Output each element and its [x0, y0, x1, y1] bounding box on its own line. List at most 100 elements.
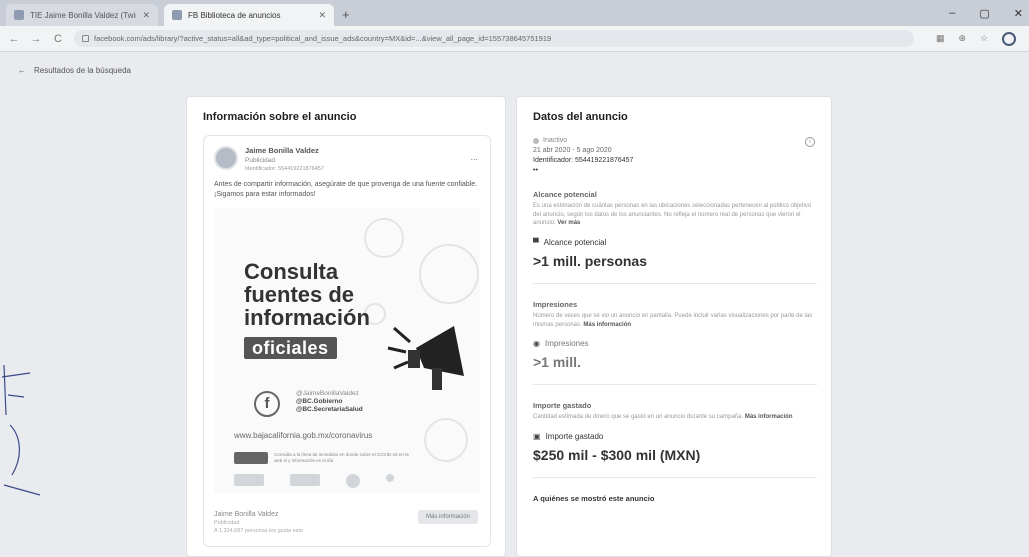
window-controls: – ▢ ✕: [949, 0, 1029, 26]
browser-tab-1[interactable]: TIE Jaime Bonilla Valdez (Twin)... ✕: [6, 4, 158, 26]
headline-line-3: información: [244, 304, 370, 330]
maximize-button[interactable]: ▢: [979, 7, 989, 20]
profile-avatar-icon[interactable]: [1002, 31, 1017, 46]
date-range: 21 abr 2020 - 5 ago 2020: [533, 147, 612, 154]
logo-icon: [386, 473, 394, 482]
ad-info-panel: Información sobre el anuncio Jaime Bonil…: [186, 96, 506, 557]
money-icon: ▣: [533, 432, 541, 442]
back-link-label: Resultados de la búsqueda: [34, 65, 131, 75]
back-button[interactable]: ←: [8, 33, 20, 45]
spend-label: ▣ Importe gastado: [533, 432, 604, 442]
tab-favicon-icon: [14, 10, 24, 20]
creative-notice: Consulta a la línea de inmediato en dond…: [234, 451, 414, 464]
extensions-icon[interactable]: ▦: [936, 33, 945, 44]
megaphone-icon: [387, 325, 464, 390]
creative-highlight-word: oficiales: [244, 336, 337, 359]
back-to-results-link[interactable]: ← Resultados de la búsqueda: [0, 53, 1029, 87]
tab-title: FB Biblioteca de anuncios: [188, 10, 281, 20]
divider: [533, 283, 817, 285]
ad-page-name[interactable]: Jaime Bonilla Valdez: [245, 146, 324, 155]
footer-sponsored: Publicidad: [214, 520, 240, 526]
impressions-heading: Impresiones: [533, 300, 578, 310]
ad-preview-card: Jaime Bonilla Valdez Publicidad Identifi…: [203, 135, 491, 547]
headline-line-2: fuentes de: [244, 281, 355, 307]
audience-section: A quiénes se mostró este anuncio: [533, 494, 815, 503]
address-bar-row: ← → C facebook.com/ads/library/?active_s…: [0, 26, 1029, 52]
notice-badge-icon: [234, 451, 268, 464]
ad-details-panel: Datos del anuncio Inactivo i 21 abr 2020…: [516, 96, 832, 557]
ad-sponsor-line: Identificador: 554419221876457: [245, 166, 324, 172]
ad-info-title: Información sobre el anuncio: [203, 111, 357, 123]
spend-value: $250 mil - $300 mil (MXN): [533, 447, 701, 464]
impressions-value: >1 mill.: [533, 354, 581, 371]
audience-icon: ▀: [533, 238, 539, 248]
ad-creative-image[interactable]: Consulta fuentes de información oficiale…: [214, 207, 480, 493]
close-window-button[interactable]: ✕: [1014, 7, 1023, 20]
creative-website: www.bajacalifornia.gob.mx/coronavirus: [234, 430, 373, 440]
spend-heading: Importe gastado: [533, 401, 592, 411]
footer-page-name[interactable]: Jaime Bonilla Valdez: [214, 511, 303, 518]
spend-more-info-link[interactable]: Más información: [745, 414, 793, 420]
close-tab-icon[interactable]: ✕: [318, 10, 326, 21]
impressions-section: Impresiones Número de veces que se vio u…: [533, 300, 815, 370]
government-logos: [234, 473, 394, 488]
see-more-link[interactable]: Ver más: [557, 220, 580, 226]
divider: [533, 384, 817, 386]
decorative-circle: [424, 417, 468, 462]
tab-title: TIE Jaime Bonilla Valdez (Twin)...: [30, 10, 136, 20]
potential-reach-description: Es una estimación de cuántas personas en…: [533, 203, 812, 227]
impressions-description: Número de veces que se vio un anuncio en…: [533, 313, 813, 328]
extra-mark: ••: [533, 167, 538, 174]
handle-2: @BC.Gobierno: [296, 397, 343, 405]
arrow-left-icon: ←: [18, 65, 26, 75]
logo-icon: [234, 473, 264, 486]
footer-likes: A 1,324,687 personas les gusta esto: [214, 528, 303, 534]
status-label: Inactivo: [543, 137, 568, 144]
potential-reach-heading: Alcance potencial: [533, 190, 597, 199]
zoom-icon[interactable]: ⊕: [959, 33, 967, 44]
reload-button[interactable]: C: [52, 33, 64, 45]
impressions-label: ◉ Impresiones: [533, 339, 589, 349]
new-tab-button[interactable]: +: [342, 4, 350, 26]
eye-icon: ◉: [533, 339, 540, 349]
ad-details-title: Datos del anuncio: [533, 111, 628, 123]
logo-icon: [290, 473, 320, 486]
decorative-circle: [364, 217, 404, 258]
info-icon[interactable]: i: [805, 137, 815, 147]
status-block: Inactivo i 21 abr 2020 - 5 ago 2020 Iden…: [533, 137, 815, 174]
decorative-circle: [419, 243, 479, 304]
handle-3: @BC.SecretariaSalud: [296, 405, 363, 413]
spend-description: Cantidad estimada de dinero que se gastó…: [533, 414, 793, 421]
ad-sponsored-label: Publicidad: [245, 157, 275, 164]
potential-reach-value: >1 mill. personas: [533, 253, 647, 270]
facebook-logo-icon: f: [254, 390, 280, 417]
url-field[interactable]: facebook.com/ads/library/?active_status=…: [74, 30, 914, 47]
logo-icon: [346, 473, 360, 488]
headline-line-1: Consulta: [244, 258, 339, 284]
spend-section: Importe gastado Cantidad estimada de din…: [533, 401, 815, 463]
browser-tab-2[interactable]: FB Biblioteca de anuncios ✕: [164, 4, 334, 26]
forward-button[interactable]: →: [30, 33, 42, 45]
browser-tab-bar: TIE Jaime Bonilla Valdez (Twin)... ✕ FB …: [0, 0, 1029, 26]
lock-icon: [82, 35, 89, 42]
status-dot-icon: [533, 137, 539, 144]
impressions-more-info-link[interactable]: Más información: [583, 322, 631, 328]
ad-identifier: Identificador: 554419221876457: [533, 157, 634, 164]
status-badge: Inactivo: [533, 137, 815, 144]
handwritten-scribble: [1, 364, 41, 496]
ad-footer: Jaime Bonilla Valdez Publicidad A 1,324,…: [214, 511, 303, 534]
divider: [533, 477, 817, 479]
url-text: facebook.com/ads/library/?active_status=…: [94, 34, 552, 43]
handle-1: @JaimeBonillaValdez: [296, 389, 359, 397]
more-options-icon[interactable]: ...: [470, 152, 478, 162]
page-avatar[interactable]: [214, 146, 238, 170]
creative-headline: Consulta fuentes de información: [244, 260, 370, 329]
potential-reach-section: Alcance potencial Es una estimación de c…: [533, 190, 815, 269]
minimize-button[interactable]: –: [949, 7, 955, 19]
more-info-button[interactable]: Más información: [417, 510, 478, 524]
ad-body-text: Antes de compartir información, asegúrat…: [214, 181, 478, 198]
bookmark-star-icon[interactable]: ☆: [980, 33, 988, 44]
close-tab-icon[interactable]: ✕: [142, 10, 150, 21]
browser-toolbar: ▦ ⊕ ☆: [936, 31, 1017, 46]
potential-reach-label: ▀ Alcance potencial: [533, 238, 607, 248]
